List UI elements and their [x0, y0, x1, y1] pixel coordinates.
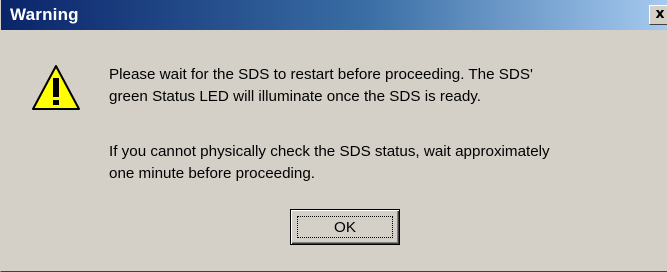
- message-line: Please wait for the SDS to restart befor…: [109, 66, 533, 83]
- window-title: Warning: [10, 5, 79, 24]
- ok-button-label: OK: [297, 216, 393, 238]
- close-button[interactable]: x: [649, 5, 667, 25]
- warning-icon: [32, 65, 80, 110]
- title-bar[interactable]: Warning x: [1, 0, 667, 30]
- ok-button[interactable]: OK: [290, 209, 400, 245]
- warning-dialog: Warning x Please wait for the SDS to res…: [0, 0, 667, 272]
- message-line: green Status LED will illuminate once th…: [109, 88, 481, 105]
- message-paragraph-2: If you cannot physically check the SDS s…: [109, 141, 550, 185]
- message-paragraph-1: Please wait for the SDS to restart befor…: [109, 64, 533, 108]
- message-line: one minute before proceeding.: [109, 165, 316, 182]
- message-line: If you cannot physically check the SDS s…: [109, 143, 550, 160]
